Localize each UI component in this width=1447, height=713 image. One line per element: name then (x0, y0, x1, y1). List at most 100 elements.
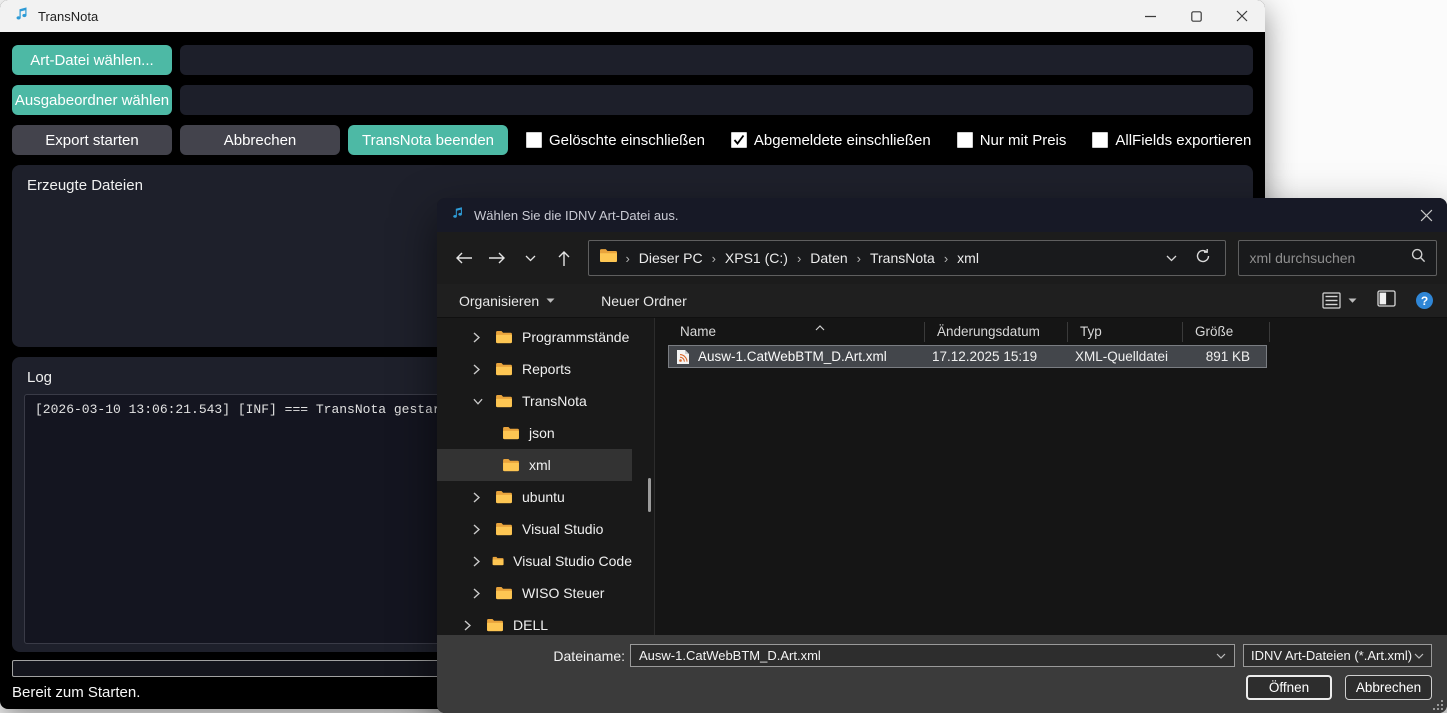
column-header-type[interactable]: Typ (1068, 322, 1183, 342)
folder-tree: Programmstände Reports TransNota json (437, 318, 655, 635)
breadcrumb-segment[interactable]: TransNota (868, 250, 937, 266)
chevron-down-icon (1348, 298, 1357, 304)
file-type-filter-select[interactable]: IDNV Art-Dateien (*.Art.xml) (1243, 644, 1432, 667)
titlebar[interactable]: TransNota (0, 0, 1265, 32)
art-file-input[interactable] (180, 45, 1253, 75)
chevron-right-icon[interactable] (473, 524, 483, 535)
tree-item-label: Programmstände (522, 329, 629, 345)
sort-ascending-icon (815, 318, 825, 336)
new-folder-button[interactable]: Neuer Ordner (601, 293, 687, 309)
tree-item-label: Visual Studio (522, 521, 603, 537)
start-export-button[interactable]: Export starten (12, 125, 172, 155)
recent-locations-chevron-icon[interactable] (514, 241, 547, 275)
chevron-down-icon (1414, 653, 1424, 659)
list-view-icon (1322, 292, 1341, 309)
preview-pane-icon[interactable] (1377, 290, 1396, 312)
chevron-right-icon[interactable] (473, 588, 483, 599)
chevron-down-icon[interactable] (473, 398, 483, 405)
checkbox-geloeschte[interactable]: Gelöschte einschließen (526, 132, 705, 149)
dialog-title: Wählen Sie die IDNV Art-Datei aus. (474, 208, 678, 223)
breadcrumb[interactable]: Dieser PC XPS1 (C:) Daten TransNota xml (588, 240, 1226, 276)
checkbox-unchecked-icon[interactable] (1092, 132, 1108, 148)
search-input[interactable]: xml durchsuchen (1238, 240, 1437, 276)
checkbox-abgemeldete[interactable]: Abgemeldete einschließen (731, 132, 931, 149)
column-header-name[interactable]: Name (668, 322, 925, 342)
dialog-titlebar[interactable]: Wählen Sie die IDNV Art-Datei aus. (437, 198, 1447, 232)
breadcrumb-segment[interactable]: XPS1 (C:) (723, 250, 790, 266)
checkbox-label: Nur mit Preis (980, 132, 1067, 149)
tree-item-visual-studio[interactable]: Visual Studio (437, 513, 632, 545)
tree-item-label: TransNota (522, 393, 587, 409)
search-icon[interactable] (1411, 248, 1426, 268)
breadcrumb-segment[interactable]: Daten (808, 250, 849, 266)
tree-item-label: json (529, 425, 555, 441)
checkbox-checked-icon[interactable] (731, 132, 747, 148)
tree-scrollbar[interactable] (648, 478, 651, 512)
tree-item-transnota[interactable]: TransNota (437, 385, 632, 417)
tree-item-programmstaende[interactable]: Programmstände (437, 321, 632, 353)
cancel-button[interactable]: Abbrechen (180, 125, 340, 155)
folder-icon (495, 522, 513, 536)
chevron-right-icon[interactable] (473, 492, 483, 503)
folder-icon (495, 362, 513, 376)
tree-item-json[interactable]: json (437, 417, 632, 449)
open-button[interactable]: Öffnen (1246, 675, 1332, 700)
tree-item-label: xml (529, 457, 551, 473)
file-row-selected[interactable]: Ausw-1.CatWebBTM_D.Art.xml 17.12.2025 15… (668, 345, 1267, 368)
breadcrumb-separator-icon (790, 251, 808, 266)
checkbox-allfields[interactable]: AllFields exportieren (1092, 132, 1251, 149)
file-name: Ausw-1.CatWebBTM_D.Art.xml (698, 349, 887, 364)
file-modified: 17.12.2025 15:19 (920, 349, 1063, 364)
filename-input[interactable]: Ausw-1.CatWebBTM_D.Art.xml (630, 644, 1235, 667)
file-list: Name Änderungsdatum Typ Größe Ausw-1.Cat… (655, 318, 1447, 635)
folder-icon (495, 330, 513, 344)
checkbox-label: AllFields exportieren (1115, 132, 1251, 149)
chevron-right-icon[interactable] (473, 332, 483, 343)
forward-icon[interactable] (480, 241, 513, 275)
resize-grip[interactable] (1433, 700, 1443, 710)
checkbox-unchecked-icon[interactable] (526, 132, 542, 148)
folder-icon (502, 426, 520, 440)
organize-menu[interactable]: Organisieren (459, 293, 555, 309)
folder-icon (599, 248, 618, 268)
checkbox-unchecked-icon[interactable] (957, 132, 973, 148)
tree-item-xml-selected[interactable]: xml (437, 449, 632, 481)
column-header-size[interactable]: Größe (1183, 322, 1270, 342)
folder-icon (502, 458, 520, 472)
folder-icon (495, 586, 513, 600)
address-bar: Dieser PC XPS1 (C:) Daten TransNota xml (437, 232, 1447, 284)
maximize-icon[interactable] (1173, 0, 1219, 32)
chevron-right-icon[interactable] (464, 620, 474, 631)
column-header-modified[interactable]: Änderungsdatum (925, 322, 1068, 342)
dialog-cancel-button[interactable]: Abbrechen (1345, 675, 1432, 700)
quit-button[interactable]: TransNota beenden (348, 125, 508, 155)
back-icon[interactable] (447, 241, 480, 275)
folder-icon (495, 490, 513, 504)
view-mode-button[interactable] (1322, 292, 1357, 309)
tree-item-visual-studio-code[interactable]: Visual Studio Code (437, 545, 632, 577)
tree-item-label: Visual Studio Code (513, 553, 632, 569)
dialog-toolbar: Organisieren Neuer Ordner ? (437, 284, 1447, 318)
breadcrumb-segment[interactable]: Dieser PC (637, 250, 705, 266)
address-dropdown-chevron-icon[interactable] (1166, 249, 1177, 267)
tree-item-ubuntu[interactable]: ubuntu (437, 481, 632, 513)
breadcrumb-segment[interactable]: xml (955, 250, 981, 266)
up-icon[interactable] (547, 241, 580, 275)
chevron-right-icon[interactable] (473, 364, 483, 375)
file-type: XML-Quelldatei (1063, 349, 1178, 364)
chevron-right-icon[interactable] (473, 556, 480, 567)
choose-output-folder-button[interactable]: Ausgabeordner wählen (12, 85, 172, 115)
output-folder-input[interactable] (180, 85, 1253, 115)
dialog-footer: Dateiname: Ausw-1.CatWebBTM_D.Art.xml ID… (437, 635, 1447, 713)
refresh-icon[interactable] (1195, 248, 1211, 269)
new-folder-label: Neuer Ordner (601, 293, 687, 309)
checkbox-nur-mit-preis[interactable]: Nur mit Preis (957, 132, 1067, 149)
dialog-close-icon[interactable] (1420, 209, 1433, 222)
minimize-icon[interactable] (1127, 0, 1173, 32)
tree-item-reports[interactable]: Reports (437, 353, 632, 385)
tree-item-wiso-steuer[interactable]: WISO Steuer (437, 577, 632, 609)
help-icon[interactable]: ? (1416, 292, 1433, 309)
choose-art-file-button[interactable]: Art-Datei wählen... (12, 45, 172, 75)
file-open-dialog: Wählen Sie die IDNV Art-Datei aus. (437, 198, 1447, 713)
close-icon[interactable] (1219, 0, 1265, 32)
